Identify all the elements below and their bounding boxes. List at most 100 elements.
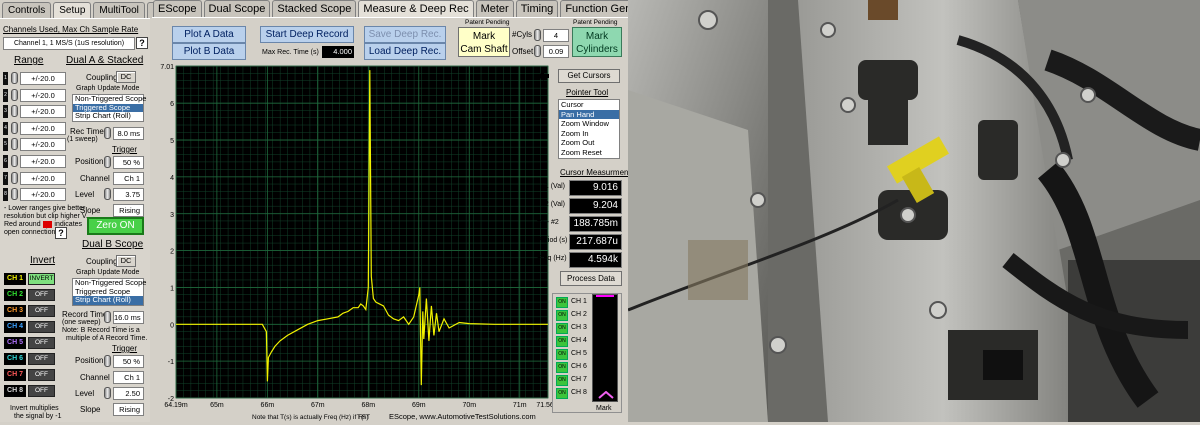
pointer-item[interactable]: Zoom In xyxy=(559,129,619,139)
graph-mode-list-b[interactable]: Non-Triggered Scope Triggered Scope Stri… xyxy=(72,278,146,306)
offset-knob[interactable] xyxy=(534,45,541,57)
offset-value[interactable]: 0.09 xyxy=(543,45,569,58)
range-knob[interactable] xyxy=(11,171,18,184)
range-value[interactable]: +/-20.0 xyxy=(20,155,66,168)
max-rec-value[interactable]: 4.000 xyxy=(322,46,354,58)
rectime-a-knob[interactable] xyxy=(104,127,111,139)
channel-on-toggle[interactable]: ON xyxy=(556,336,568,347)
tab-meter[interactable]: Meter xyxy=(475,0,514,17)
pointer-item[interactable]: Zoom Window xyxy=(559,119,619,129)
meas-value: 217.687u xyxy=(569,234,622,250)
pointer-tool-list[interactable]: Cursor Pan Hand Zoom Window Zoom In Zoom… xyxy=(558,99,620,159)
invert-toggle[interactable]: OFF xyxy=(28,289,55,301)
mark-slider-handle-icon[interactable] xyxy=(598,391,614,399)
invert-toggle[interactable]: OFF xyxy=(28,369,55,381)
slope-a-value[interactable]: Rising xyxy=(113,204,144,217)
plot-a-button[interactable]: Plot A Data xyxy=(172,26,246,43)
mode-a-item[interactable]: Strip Chart (Roll) xyxy=(73,111,143,121)
zero-on-button[interactable]: Zero ON xyxy=(87,217,144,235)
mark-slider-track[interactable] xyxy=(592,294,618,402)
range-knob[interactable] xyxy=(11,188,18,201)
invert-toggle[interactable]: OFF xyxy=(28,337,55,349)
tab-stacked-scope[interactable]: Stacked Scope xyxy=(272,0,357,17)
range-value[interactable]: +/-20.0 xyxy=(20,88,66,102)
slope-b-value[interactable]: Rising xyxy=(113,403,144,416)
pointer-item[interactable]: Zoom Reset xyxy=(559,148,619,158)
coupling-a-button[interactable]: DC xyxy=(116,71,136,83)
mark-cam-shaft-button[interactable]: Mark Cam Shaft xyxy=(458,27,510,57)
tab-timing[interactable]: Timing xyxy=(515,0,559,17)
channel-on-toggle[interactable]: ON xyxy=(556,297,568,308)
range-channel-indicator: 1 xyxy=(3,72,8,85)
range-value[interactable]: +/-20.0 xyxy=(20,72,66,85)
range-value[interactable]: +/-20.0 xyxy=(20,171,66,185)
cyls-value[interactable]: 4 xyxy=(543,29,569,42)
process-data-button[interactable]: Process Data xyxy=(560,271,622,286)
rectime-a-value[interactable]: 8.0 ms xyxy=(113,127,144,140)
range-knob[interactable] xyxy=(11,138,18,151)
tab-function-gen[interactable]: Function Gen xyxy=(560,0,637,17)
range-knob[interactable] xyxy=(11,88,18,101)
range-knob[interactable] xyxy=(11,155,18,167)
scope-graph-area[interactable]: 7.01 6 5 4 3 2 1 0 -1 -2 64.19m 65m 66m 67m 68m 69m 70m 7… xyxy=(152,62,559,423)
channels-select[interactable]: Channel 1, 1 MS/S (1uS resolution) xyxy=(3,37,135,50)
tab-multitool[interactable]: MultiTool xyxy=(93,2,145,18)
rectime-b-value[interactable]: 16.0 ms xyxy=(113,311,144,324)
channel-on-toggle[interactable]: ON xyxy=(556,362,568,373)
level-a-knob[interactable] xyxy=(104,188,111,200)
range-value[interactable]: +/-20.0 xyxy=(20,188,66,202)
pointer-item[interactable]: Pan Hand xyxy=(559,109,619,120)
plot-b-button[interactable]: Plot B Data xyxy=(172,43,246,60)
scope-chart[interactable]: 7.016543210-1-264.19m 65m 66m 67m 68m 69m 70m 7… xyxy=(152,62,559,423)
start-deep-record-button[interactable]: Start Deep Record xyxy=(260,26,354,43)
engine-bay-image xyxy=(628,0,1200,422)
pointer-item[interactable]: Zoom Out xyxy=(559,138,619,148)
channel-on-toggle[interactable]: ON xyxy=(556,375,568,386)
channel-on-toggle[interactable]: ON xyxy=(556,310,568,321)
level-b-knob[interactable] xyxy=(104,387,111,399)
mode-b-item[interactable]: Strip Chart (Roll) xyxy=(73,295,143,305)
range-knob[interactable] xyxy=(11,105,18,118)
level-b-value[interactable]: 2.50 xyxy=(113,387,144,400)
channel-on-toggle[interactable]: ON xyxy=(556,349,568,360)
cyls-knob[interactable] xyxy=(534,29,541,41)
pointer-item[interactable]: Cursor xyxy=(559,100,619,110)
help-icon[interactable]: ? xyxy=(136,37,148,49)
range-value[interactable]: +/-20.0 xyxy=(20,138,66,152)
get-cursors-button[interactable]: Get Cursors xyxy=(558,69,620,83)
invert-toggle[interactable]: OFF xyxy=(28,385,55,397)
meas-value: 9.016 xyxy=(569,180,622,196)
invert-toggle[interactable]: OFF xyxy=(28,321,55,333)
position-b-knob[interactable] xyxy=(104,355,111,367)
range-value[interactable]: +/-20.0 xyxy=(20,121,66,135)
tab-controls[interactable]: Controls xyxy=(2,2,52,18)
range-knob[interactable] xyxy=(11,72,18,84)
position-a-knob[interactable] xyxy=(104,156,111,168)
rectime-b-knob[interactable] xyxy=(104,311,111,323)
level-a-value[interactable]: 3.75 xyxy=(113,188,144,201)
position-b-value[interactable]: 50 % xyxy=(113,355,144,368)
load-deep-rec-button[interactable]: Load Deep Rec. xyxy=(364,43,446,60)
graph-mode-list-a[interactable]: Non-Triggered Scope Triggered Scope Stri… xyxy=(72,94,146,122)
invert-toggle[interactable]: OFF xyxy=(28,305,55,317)
tab-measure-deep-rec[interactable]: Measure & Deep Rec xyxy=(358,0,474,17)
channel-on-toggle[interactable]: ON xyxy=(556,323,568,334)
invert-channel-label: CH 1 xyxy=(4,273,26,285)
tab-escope[interactable]: EScope xyxy=(153,0,202,17)
rectime-sub-a: (1 sweep) xyxy=(67,136,98,143)
position-a-value[interactable]: 50 % xyxy=(113,156,144,169)
tab-dual-scope[interactable]: Dual Scope xyxy=(203,0,271,17)
invert-toggle[interactable]: INVERT xyxy=(28,273,55,285)
tab-setup[interactable]: Setup xyxy=(53,2,92,18)
mark-cylinders-button[interactable]: Mark Cylinders xyxy=(572,27,622,57)
range-value[interactable]: +/-20.0 xyxy=(20,105,66,119)
save-deep-rec-button[interactable]: Save Deep Rec. xyxy=(364,26,446,43)
channel-b-value[interactable]: Ch 1 xyxy=(113,371,144,384)
range-knob[interactable] xyxy=(11,121,18,134)
channel-a-value[interactable]: Ch 1 xyxy=(113,172,144,185)
channel-on-toggle[interactable]: ON xyxy=(556,388,568,399)
x-tick-label: 70m xyxy=(462,402,476,409)
help-icon[interactable]: ? xyxy=(55,227,67,239)
invert-toggle[interactable]: OFF xyxy=(28,353,55,365)
coupling-b-button[interactable]: DC xyxy=(116,255,136,267)
